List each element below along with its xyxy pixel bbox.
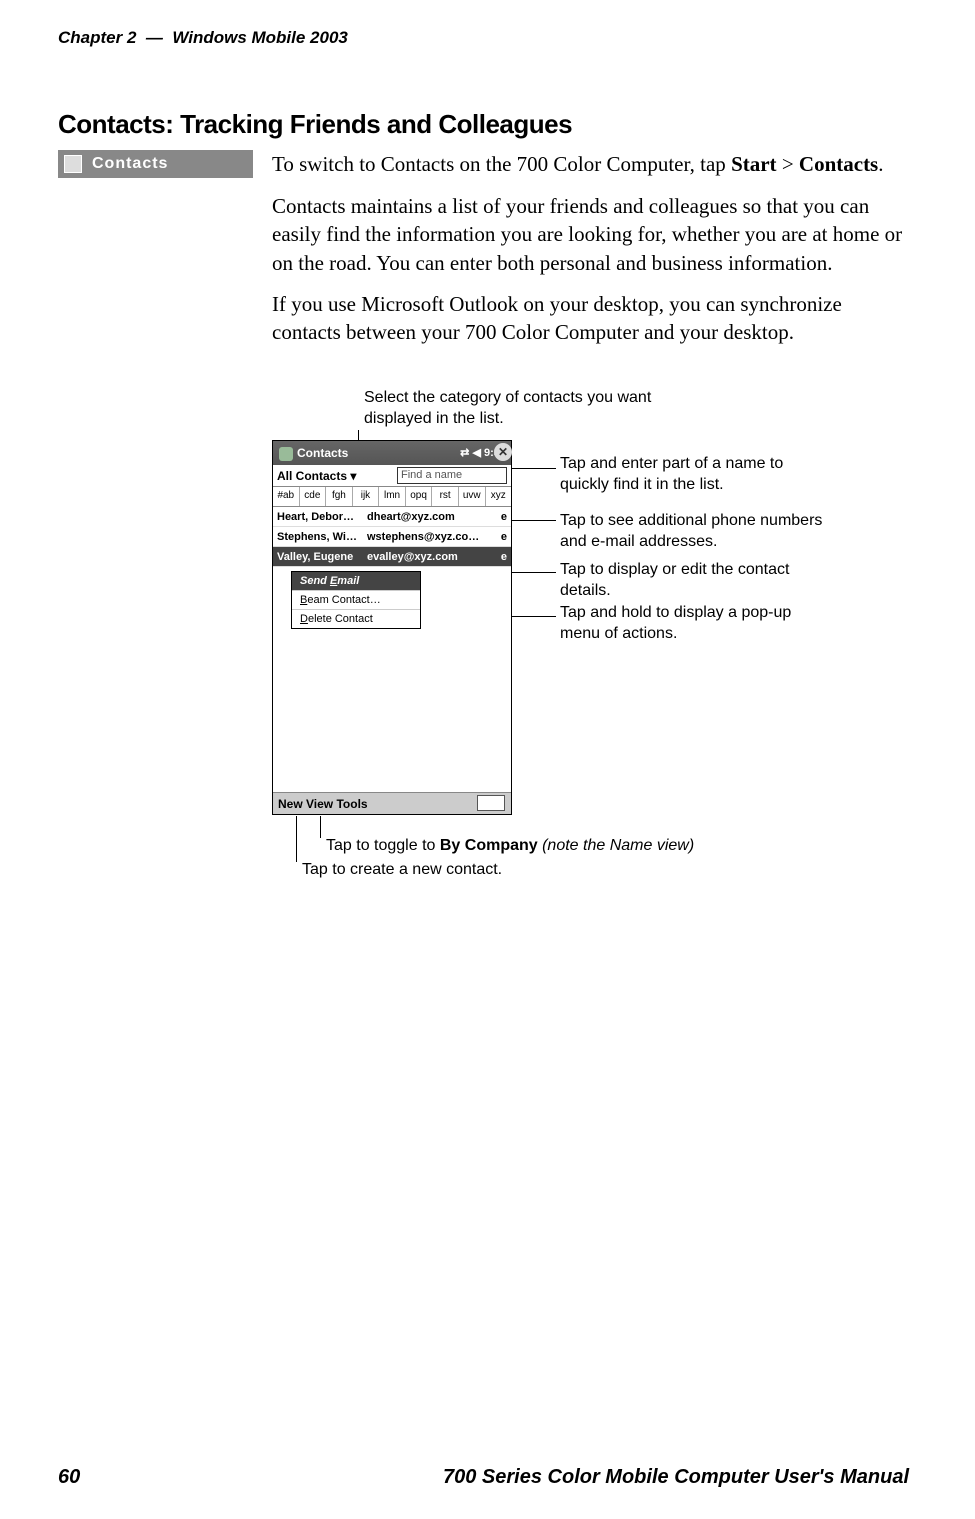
contacts-badge: Contacts: [58, 150, 253, 178]
close-button[interactable]: ✕: [494, 443, 512, 461]
chapter-label: Chapter 2: [58, 28, 136, 47]
callout-toggle-bold: By Company: [440, 837, 538, 854]
contacts-icon: [64, 155, 82, 173]
menu-send-email[interactable]: Send Email: [292, 572, 420, 591]
p1-gt: >: [777, 152, 799, 176]
az-cell[interactable]: rst: [432, 487, 459, 506]
menu-delete-contact[interactable]: Delete Contact: [292, 610, 420, 628]
intro-paragraph-1: To switch to Contacts on the 700 Color C…: [272, 150, 912, 178]
contact-name: Valley, Eugene: [277, 547, 367, 566]
alphabet-filter[interactable]: #ab cde fgh ijk lmn opq rst uvw xyz: [273, 487, 511, 507]
contact-tag[interactable]: e: [493, 507, 507, 526]
contact-detail: wstephens@xyz.co…: [367, 527, 493, 546]
device-titlebar[interactable]: Contacts ⇄ ◀ 9:34 ✕: [273, 441, 511, 465]
callout-details: Tap to display or edit the contact detai…: [560, 560, 820, 602]
contact-tag[interactable]: e: [493, 547, 507, 566]
intro-paragraph-2: Contacts maintains a list of your friend…: [272, 192, 912, 277]
menu-text: elete Contact: [308, 613, 373, 625]
az-cell[interactable]: fgh: [326, 487, 353, 506]
az-cell[interactable]: #ab: [273, 487, 300, 506]
find-name-input[interactable]: Find a name: [397, 467, 507, 484]
manual-title: 700 Series Color Mobile Computer User's …: [443, 1466, 909, 1489]
leader-line: [320, 816, 321, 838]
contact-row[interactable]: Stephens, Wi… wstephens@xyz.co… e: [273, 527, 511, 547]
leader-line: [296, 816, 297, 862]
callout-new-contact: Tap to create a new contact.: [302, 860, 702, 881]
intro-paragraph-3: If you use Microsoft Outlook on your des…: [272, 290, 912, 347]
callout-toggle-italic: (note the Name view): [538, 837, 695, 854]
callout-find-name: Tap and enter part of a name to quickly …: [560, 454, 820, 496]
az-cell[interactable]: opq: [406, 487, 433, 506]
contact-row-selected[interactable]: Valley, Eugene evalley@xyz.com e: [273, 547, 511, 567]
leader-line: [510, 520, 556, 521]
az-cell[interactable]: lmn: [379, 487, 406, 506]
running-header: Chapter 2 — Windows Mobile 2003: [58, 28, 348, 48]
context-menu: Send Email Beam Contact… Delete Contact: [291, 571, 421, 629]
header-title: Windows Mobile 2003: [172, 28, 348, 47]
contact-name: Stephens, Wi…: [277, 527, 367, 546]
contact-tag[interactable]: e: [493, 527, 507, 546]
contact-detail: dheart@xyz.com: [367, 507, 493, 526]
menu-underline: E: [330, 575, 337, 587]
callout-additional: Tap to see additional phone numbers and …: [560, 511, 840, 553]
contacts-badge-label: Contacts: [92, 155, 168, 172]
callout-toggle-pre: Tap to toggle to: [326, 837, 440, 854]
callout-category: Select the category of contacts you want…: [364, 388, 664, 430]
menu-beam-contact[interactable]: Beam Contact…: [292, 591, 420, 610]
callout-toggle: Tap to toggle to By Company (note the Na…: [326, 836, 826, 857]
keyboard-icon[interactable]: [477, 795, 505, 811]
az-cell[interactable]: ijk: [353, 487, 380, 506]
page-number: 60: [58, 1466, 80, 1489]
device-screenshot: Contacts ⇄ ◀ 9:34 ✕ All Contacts ▾ Find …: [272, 440, 512, 815]
header-dash: —: [146, 28, 163, 47]
contact-detail: evalley@xyz.com: [367, 547, 493, 566]
section-title: Contacts: Tracking Friends and Colleague…: [58, 109, 572, 140]
menu-underline: D: [300, 613, 308, 625]
contact-row[interactable]: Heart, Debor… dheart@xyz.com e: [273, 507, 511, 527]
menu-text: eam Contact…: [307, 594, 380, 606]
az-cell[interactable]: uvw: [459, 487, 486, 506]
az-cell[interactable]: xyz: [486, 487, 512, 506]
category-dropdown[interactable]: All Contacts ▾: [277, 469, 356, 483]
p1-start-bold: Start: [731, 152, 777, 176]
filter-row: All Contacts ▾ Find a name: [273, 465, 511, 487]
az-cell[interactable]: cde: [300, 487, 327, 506]
contact-name: Heart, Debor…: [277, 507, 367, 526]
p1-contacts-bold: Contacts: [799, 152, 878, 176]
start-icon[interactable]: [279, 447, 293, 461]
p1-pre: To switch to Contacts on the 700 Color C…: [272, 152, 731, 176]
device-bottombar[interactable]: New View Tools: [273, 792, 511, 814]
p1-end: .: [878, 152, 883, 176]
callout-popup: Tap and hold to display a pop-up menu of…: [560, 603, 820, 645]
app-title: Contacts: [297, 446, 348, 460]
